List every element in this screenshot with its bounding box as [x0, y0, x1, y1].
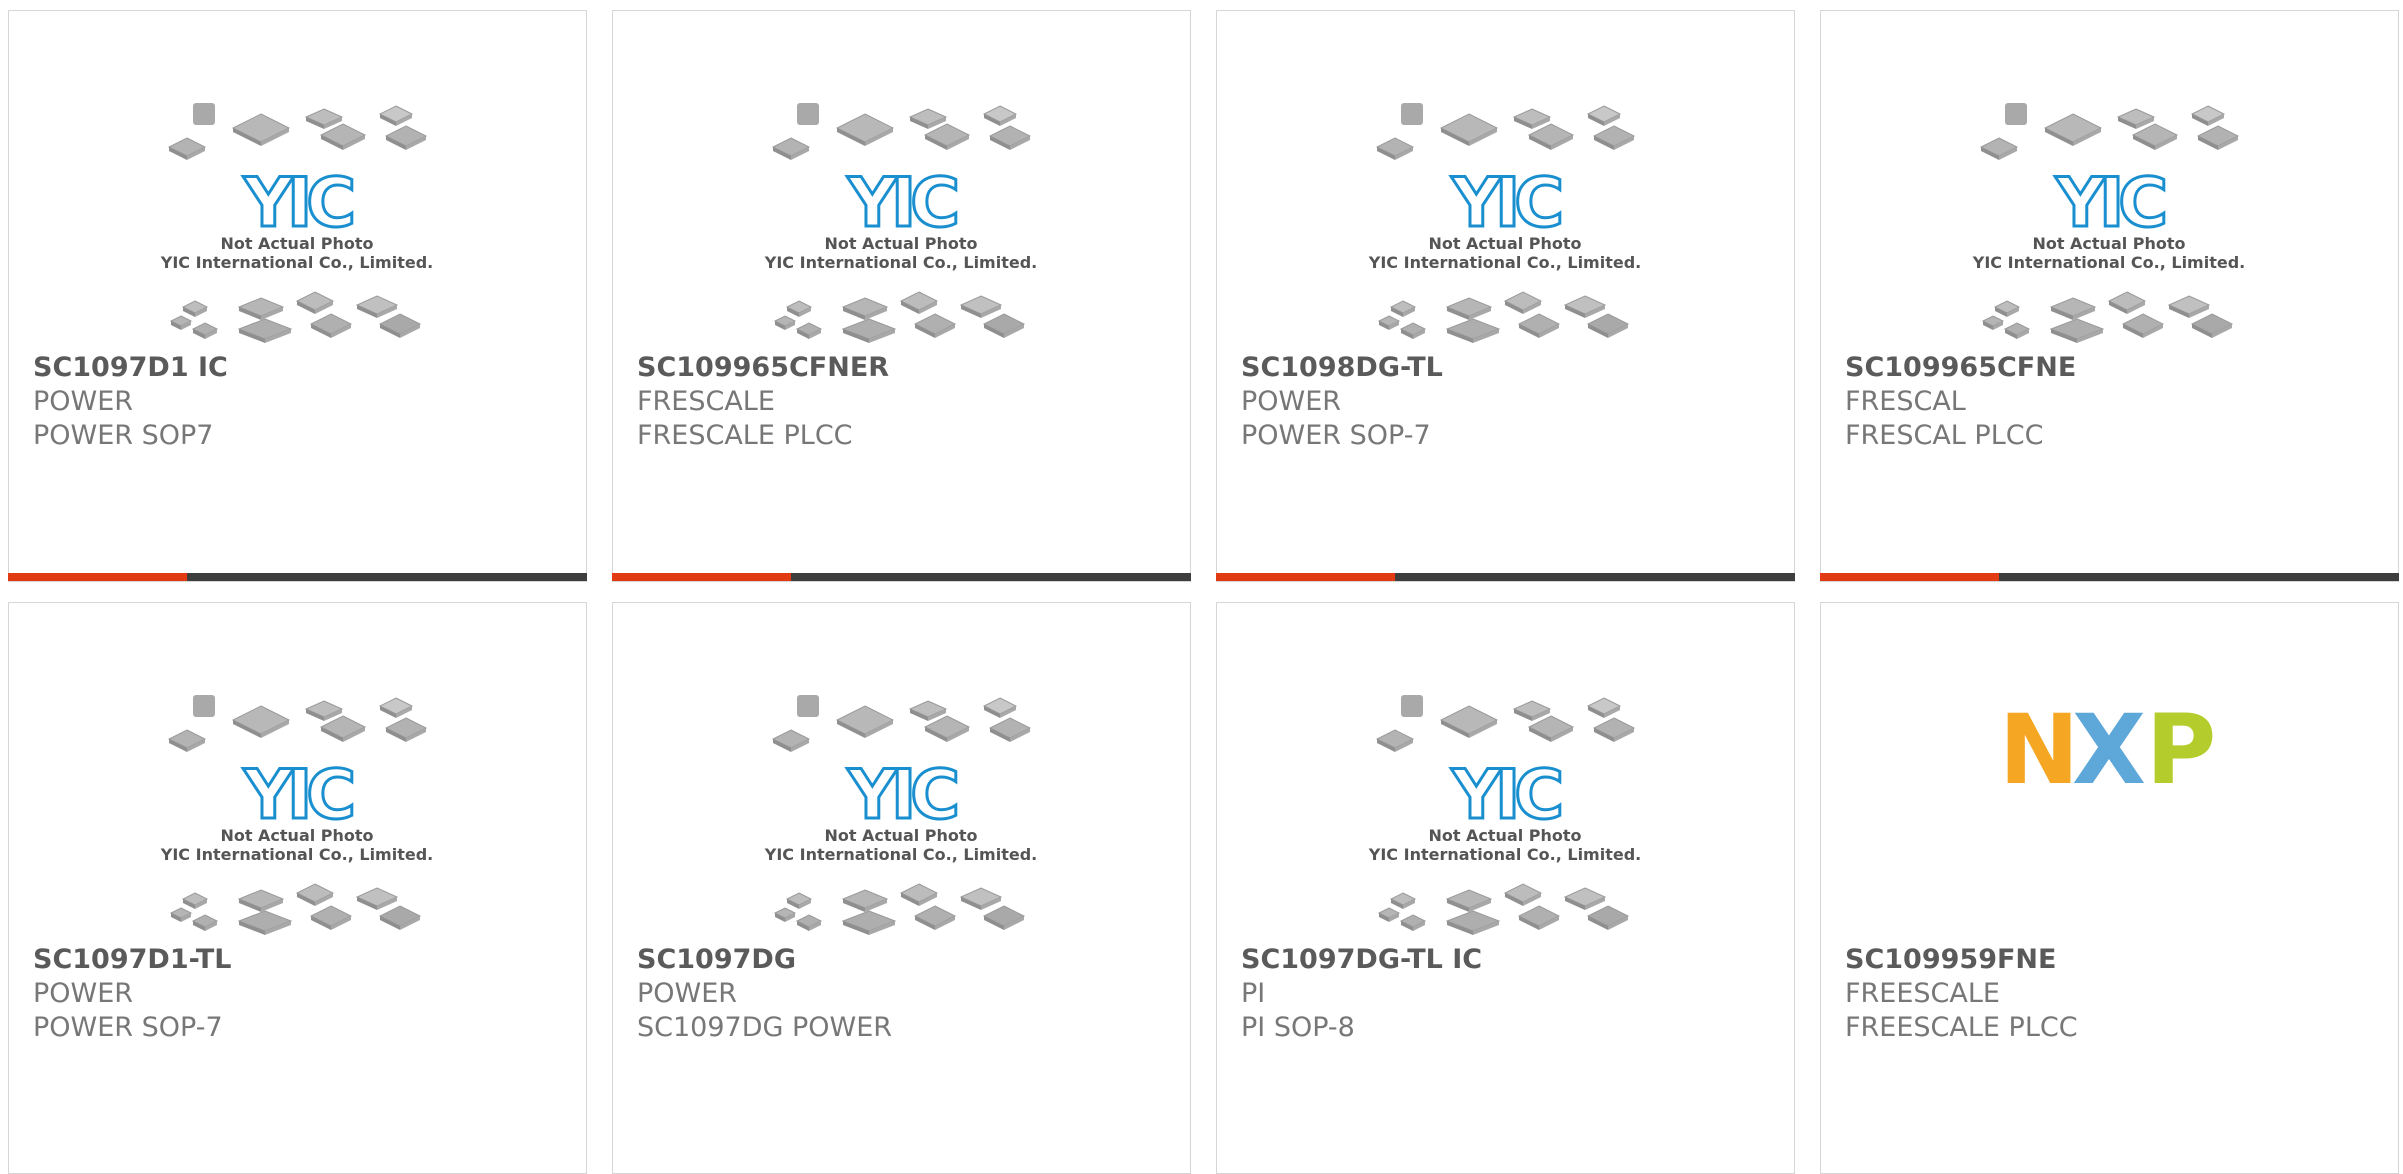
- yic-logo: YIC: [2055, 164, 2165, 243]
- product-package: SC1097DG POWER: [637, 1012, 893, 1043]
- product-info: SC1097D1-TL POWER POWER SOP-7: [33, 943, 566, 1045]
- product-brand: PI: [1241, 978, 1266, 1009]
- product-info: SC109959FNE FREESCALE FREESCALE PLCC: [1845, 943, 2378, 1045]
- progress-fill: [1216, 573, 1396, 581]
- placeholder-caption-line2: YIC International Co., Limited.: [160, 845, 433, 864]
- product-info: SC1097D1 IC POWER POWER SOP7: [33, 351, 566, 453]
- product-image-placeholder: YIC Not Actual Photo YIC International Co.…: [1217, 603, 1794, 943]
- chip-shape: [797, 103, 819, 125]
- product-info: SC1097DG-TL IC PI PI SOP-8: [1241, 943, 1774, 1045]
- chip-shape: [835, 705, 895, 735]
- product-info: SC109965CFNER FRESCALE FRESCALE PLCC: [637, 351, 1170, 453]
- product-image-placeholder: YIC Not Actual Photo YIC International Co.…: [9, 11, 586, 351]
- product-part-number[interactable]: SC109965CFNE: [1845, 351, 2378, 385]
- progress-bar: [8, 573, 587, 581]
- product-part-number[interactable]: SC109965CFNER: [637, 351, 1170, 385]
- product-part-number[interactable]: SC1097D1 IC: [33, 351, 566, 385]
- product-brand: POWER: [33, 386, 134, 417]
- nxp-logo-image: NXP: [1821, 603, 2398, 943]
- placeholder-caption-line1: Not Actual Photo: [2032, 234, 2185, 253]
- yic-logo: YIC: [847, 164, 957, 243]
- chip-shape: [841, 318, 897, 340]
- placeholder-caption-line2: YIC International Co., Limited.: [764, 845, 1037, 864]
- product-grid: YIC Not Actual Photo YIC International Co.…: [8, 10, 2399, 1174]
- product-package: POWER SOP7: [33, 420, 214, 451]
- product-package: FRESCAL PLCC: [1845, 420, 2044, 451]
- placeholder-caption-line2: YIC International Co., Limited.: [1972, 253, 2245, 272]
- yic-logo: YIC: [847, 756, 957, 835]
- product-info: SC1097DG POWER SC1097DG POWER: [637, 943, 1170, 1045]
- placeholder-caption-line1: Not Actual Photo: [220, 234, 373, 253]
- chip-shape: [841, 910, 897, 932]
- product-image-placeholder: YIC Not Actual Photo YIC International Co.…: [1821, 11, 2398, 351]
- product-image-placeholder: YIC Not Actual Photo YIC International Co.…: [1217, 11, 1794, 351]
- product-package: POWER SOP-7: [33, 1012, 223, 1043]
- chip-shape: [193, 695, 215, 717]
- chip-shape: [1439, 113, 1499, 143]
- placeholder-caption-line2: YIC International Co., Limited.: [1368, 253, 1641, 272]
- placeholder-caption-line2: YIC International Co., Limited.: [1368, 845, 1641, 864]
- chip-shape: [231, 705, 291, 735]
- progress-fill: [612, 573, 792, 581]
- product-package: FRESCALE PLCC: [637, 420, 853, 451]
- product-card[interactable]: YIC Not Actual Photo YIC International Co.…: [1216, 602, 1795, 1174]
- yic-logo: YIC: [1451, 164, 1561, 243]
- progress-bar: [1216, 573, 1795, 581]
- product-card[interactable]: YIC Not Actual Photo YIC International Co.…: [8, 10, 587, 582]
- product-package: PI SOP-8: [1241, 1012, 1355, 1043]
- product-image-placeholder: YIC Not Actual Photo YIC International Co.…: [9, 603, 586, 943]
- chip-shape: [2043, 113, 2103, 143]
- product-part-number[interactable]: SC1098DG-TL: [1241, 351, 1774, 385]
- product-brand: FREESCALE: [1845, 978, 2000, 1009]
- product-card[interactable]: NXP SC109959FNE FREESCALE FREESCALE PLCC: [1820, 602, 2399, 1174]
- product-card[interactable]: YIC Not Actual Photo YIC International Co.…: [612, 602, 1191, 1174]
- yic-logo: YIC: [1451, 756, 1561, 835]
- product-card[interactable]: YIC Not Actual Photo YIC International Co.…: [1216, 10, 1795, 582]
- chip-shape: [2005, 103, 2027, 125]
- placeholder-caption-line1: Not Actual Photo: [1428, 826, 1581, 845]
- product-part-number[interactable]: SC109959FNE: [1845, 943, 2378, 977]
- progress-fill: [1820, 573, 2000, 581]
- product-image-placeholder: YIC Not Actual Photo YIC International Co.…: [613, 603, 1190, 943]
- product-brand: POWER: [637, 978, 738, 1009]
- product-part-number[interactable]: SC1097DG-TL IC: [1241, 943, 1774, 977]
- product-brand: FRESCAL: [1845, 386, 1966, 417]
- chip-shape: [193, 103, 215, 125]
- chip-shape: [1439, 705, 1499, 735]
- product-package: POWER SOP-7: [1241, 420, 1431, 451]
- chip-shape: [1401, 695, 1423, 717]
- product-part-number[interactable]: SC1097D1-TL: [33, 943, 566, 977]
- product-part-number[interactable]: SC1097DG: [637, 943, 1170, 977]
- nxp-logo: NX P: [1999, 694, 2216, 806]
- product-info: SC109965CFNE FRESCAL FRESCAL PLCC: [1845, 351, 2378, 453]
- nxp-letter: X: [2072, 694, 2146, 806]
- placeholder-caption-line1: Not Actual Photo: [1428, 234, 1581, 253]
- product-package: FREESCALE PLCC: [1845, 1012, 2078, 1043]
- product-card[interactable]: YIC Not Actual Photo YIC International Co.…: [8, 602, 587, 1174]
- yic-logo: YIC: [243, 756, 353, 835]
- placeholder-caption-line1: Not Actual Photo: [220, 826, 373, 845]
- nxp-letter: P: [2146, 694, 2216, 806]
- nxp-letter: N: [1999, 694, 2079, 806]
- product-image-placeholder: YIC Not Actual Photo YIC International Co.…: [613, 11, 1190, 351]
- chip-shape: [231, 113, 291, 143]
- chip-shape: [835, 113, 895, 143]
- placeholder-caption-line1: Not Actual Photo: [824, 234, 977, 253]
- progress-fill: [8, 573, 188, 581]
- yic-logo: YIC: [243, 164, 353, 243]
- progress-bar: [612, 573, 1191, 581]
- product-card[interactable]: YIC Not Actual Photo YIC International Co.…: [1820, 10, 2399, 582]
- product-info: SC1098DG-TL POWER POWER SOP-7: [1241, 351, 1774, 453]
- chip-shape: [797, 695, 819, 717]
- product-brand: POWER: [1241, 386, 1342, 417]
- placeholder-caption-line2: YIC International Co., Limited.: [160, 253, 433, 272]
- chip-shape: [1401, 103, 1423, 125]
- progress-bar: [1820, 573, 2399, 581]
- product-brand: FRESCALE: [637, 386, 775, 417]
- product-brand: POWER: [33, 978, 134, 1009]
- placeholder-caption-line2: YIC International Co., Limited.: [764, 253, 1037, 272]
- placeholder-caption-line1: Not Actual Photo: [824, 826, 977, 845]
- product-card[interactable]: YIC Not Actual Photo YIC International Co.…: [612, 10, 1191, 582]
